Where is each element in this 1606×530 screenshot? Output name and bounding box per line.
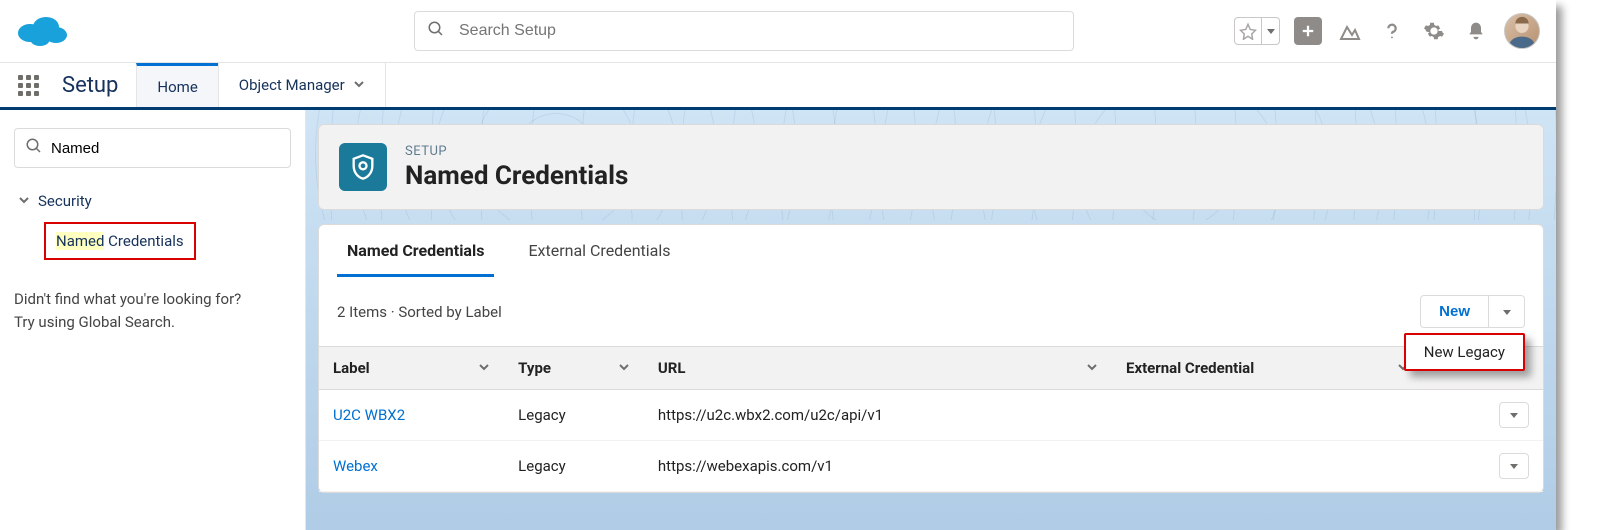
content-tabs: Named Credentials External Credentials — [319, 225, 1543, 277]
sidebar-item-label-rest: Credentials — [104, 232, 183, 250]
favorites-button[interactable] — [1234, 17, 1280, 45]
table-row: Webex Legacy https://webexapis.com/v1 — [319, 441, 1543, 492]
global-search[interactable] — [414, 11, 1074, 51]
row-label-link[interactable]: Webex — [333, 457, 378, 475]
global-search-input[interactable] — [459, 22, 1061, 40]
row-type: Legacy — [504, 441, 644, 492]
global-header — [0, 0, 1556, 62]
trailhead-icon[interactable] — [1336, 17, 1364, 45]
new-button-dropdown[interactable] — [1489, 295, 1525, 328]
sidebar-highlight-match: Named — [56, 232, 104, 250]
shield-icon — [339, 143, 387, 191]
content-card: Named Credentials External Credentials 2… — [318, 224, 1544, 493]
chevron-down-icon[interactable] — [1086, 359, 1098, 377]
global-add-button[interactable] — [1294, 17, 1322, 45]
sidebar-item-security[interactable]: Security — [14, 186, 291, 216]
quick-find-input[interactable] — [51, 140, 280, 157]
app-launcher[interactable] — [0, 63, 56, 107]
row-ext — [1112, 441, 1423, 492]
sidebar-help-text: Didn't find what you're looking for? Try… — [14, 288, 291, 333]
notification-bell-icon[interactable] — [1462, 17, 1490, 45]
row-type: Legacy — [504, 390, 644, 441]
col-type[interactable]: Type — [504, 347, 644, 390]
page-eyebrow: SETUP — [405, 144, 628, 159]
star-icon — [1235, 22, 1261, 40]
chevron-down-icon — [18, 194, 30, 209]
sidebar-section-label: Security — [38, 192, 92, 210]
context-nav: Setup Home Object Manager — [0, 62, 1556, 110]
page-header: SETUP Named Credentials — [318, 124, 1544, 210]
list-meta: 2 Items · Sorted by Label — [337, 303, 502, 321]
nav-tab-object-manager[interactable]: Object Manager — [218, 63, 385, 107]
chevron-down-icon[interactable] — [618, 359, 630, 377]
row-url: https://u2c.wbx2.com/u2c/api/v1 — [644, 390, 1112, 441]
new-button[interactable]: New — [1420, 295, 1489, 328]
row-actions-menu[interactable] — [1499, 453, 1529, 479]
setup-sidebar: Security Named Credentials Didn't find w… — [0, 110, 306, 530]
new-legacy-menu-item[interactable]: New Legacy — [1404, 333, 1525, 371]
col-url[interactable]: URL — [644, 347, 1112, 390]
user-avatar[interactable] — [1504, 13, 1540, 49]
help-icon[interactable] — [1378, 17, 1406, 45]
tab-named-credentials[interactable]: Named Credentials — [337, 225, 494, 277]
tab-external-credentials[interactable]: External Credentials — [518, 225, 680, 277]
search-icon — [427, 20, 445, 42]
credentials-table: Label Type URL External Credential U2C W… — [319, 346, 1543, 492]
chevron-down-icon[interactable] — [478, 359, 490, 377]
col-label[interactable]: Label — [319, 347, 504, 390]
row-url: https://webexapis.com/v1 — [644, 441, 1112, 492]
sidebar-item-named-credentials[interactable]: Named Credentials — [44, 222, 196, 260]
quick-find[interactable] — [14, 128, 291, 168]
main-content: SETUP Named Credentials Named Credential… — [306, 110, 1556, 530]
page-title: Named Credentials — [405, 161, 628, 191]
favorites-dropdown[interactable] — [1261, 18, 1279, 44]
row-ext — [1112, 390, 1423, 441]
salesforce-logo — [16, 13, 68, 49]
nav-tab-label: Object Manager — [239, 76, 345, 94]
chevron-down-icon — [353, 76, 365, 94]
apps-grid-icon — [18, 75, 39, 96]
search-icon — [25, 137, 43, 159]
row-label-link[interactable]: U2C WBX2 — [333, 406, 405, 424]
app-title: Setup — [56, 63, 136, 107]
nav-tab-home[interactable]: Home — [136, 63, 217, 107]
col-external-credential[interactable]: External Credential — [1112, 347, 1423, 390]
row-actions-menu[interactable] — [1499, 402, 1529, 428]
table-row: U2C WBX2 Legacy https://u2c.wbx2.com/u2c… — [319, 390, 1543, 441]
setup-gear-icon[interactable] — [1420, 17, 1448, 45]
